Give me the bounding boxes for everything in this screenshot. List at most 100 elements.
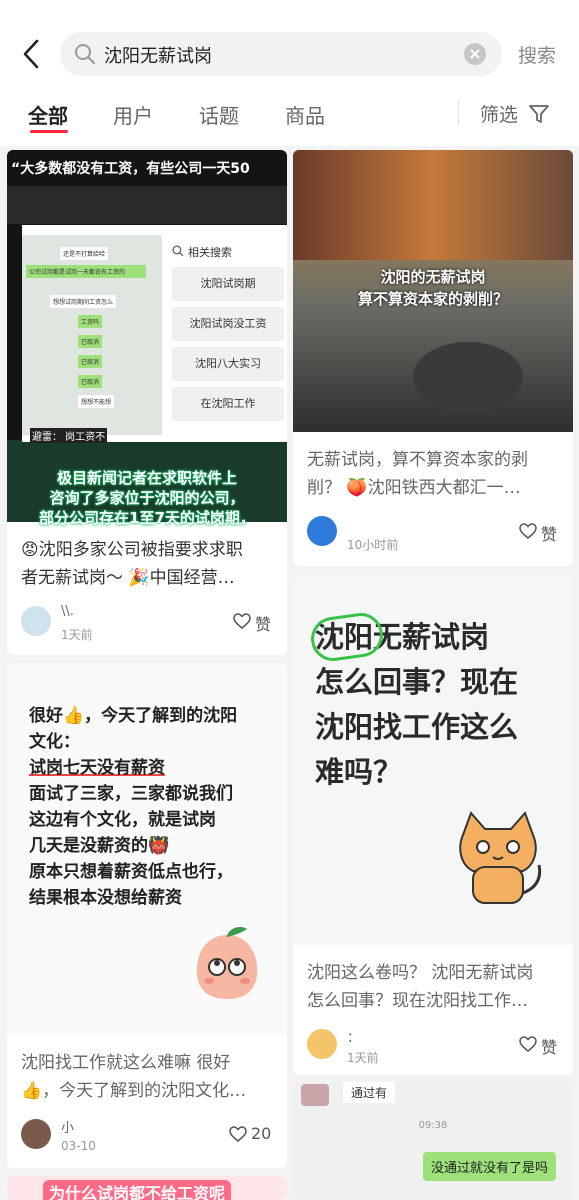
- clear-icon[interactable]: [464, 43, 486, 65]
- user-name[interactable]: \\.: [61, 604, 74, 619]
- search-icon: [172, 245, 184, 257]
- cover-line: 文化：: [29, 732, 80, 752]
- title-line: 👍，今天了解到的沈阳文化…: [21, 1081, 247, 1101]
- caption-line: 算不算资本家的剥削？: [357, 290, 508, 308]
- avatar[interactable]: [307, 1029, 337, 1059]
- chat-bubble: 已取消: [78, 355, 103, 368]
- related-item: 沈阳试岗没工资: [172, 307, 284, 341]
- cover-photo-pan: [413, 342, 523, 412]
- search-button[interactable]: 搜索: [518, 41, 556, 68]
- avatar: [301, 1084, 329, 1106]
- card-title[interactable]: 沈阳找工作就这么难嘛 很好 👍，今天了解到的沈阳文化…: [21, 1049, 283, 1105]
- title-line: 😡沈阳多家公司被指要求求职: [21, 540, 243, 560]
- cover-line: 很好👍，今天了解到的沈阳: [29, 706, 238, 726]
- user-name[interactable]: ：: [347, 1027, 360, 1046]
- cover-line: 原本只想着薪资低点也行，: [29, 862, 233, 882]
- cover-line: 难吗？: [315, 755, 403, 789]
- chat-bubble: 工资吗: [78, 315, 103, 328]
- note-card[interactable]: 沈阳的无薪试岗 算不算资本家的剥削？ 无薪试岗，算不算资本家的剥 削？ 🍑沈阳铁…: [293, 150, 573, 566]
- top-bar: 沈阳无薪试岗 搜索 全部 用户 话题 商品 筛选: [0, 0, 579, 146]
- post-time: 03-10: [61, 1139, 96, 1153]
- heart-icon[interactable]: [519, 1036, 537, 1052]
- search-input[interactable]: 沈阳无薪试岗: [104, 42, 212, 68]
- user-name[interactable]: 小: [61, 1117, 74, 1136]
- title-line: 削？ 🍑沈阳铁西大都汇一…: [307, 478, 521, 498]
- like-count[interactable]: 赞: [541, 1034, 557, 1058]
- caption-line: 极目新闻记者在求职软件上: [56, 469, 237, 487]
- chat-bubble: 想想不能想: [78, 395, 115, 408]
- cover-photo-top: [293, 150, 573, 260]
- chat-message: 通过有: [343, 1082, 396, 1103]
- post-time: 10小时前: [347, 538, 399, 552]
- active-tab-indicator: [30, 130, 68, 133]
- cover-text: 很好👍，今天了解到的沈阳 文化： 试岗七天没有薪资 面试了三家，三家都说我们 这…: [29, 703, 279, 911]
- title-line: 无薪试岗，算不算资本家的剥: [307, 450, 528, 470]
- post-time: 1天前: [347, 1051, 379, 1065]
- chat-bubble: 已取消: [78, 335, 103, 348]
- overlay-bottom-text: 避雷： 岗工资不: [30, 428, 108, 443]
- chat-bubble: 公司试岗都是试岗一天都说有工资的: [26, 265, 146, 278]
- like-count[interactable]: 赞: [541, 521, 557, 545]
- cover-line: 这边有个文化，就是试岗: [29, 810, 216, 830]
- like-count[interactable]: 20: [251, 1124, 271, 1143]
- card-title[interactable]: 😡沈阳多家公司被指要求求职 者无薪试岗～ 🎉中国经营…: [21, 536, 283, 592]
- avatar[interactable]: [307, 516, 337, 546]
- caption-line: 沈阳的无薪试岗: [380, 268, 486, 286]
- like-count[interactable]: 赞: [255, 611, 271, 635]
- chat-bubble: 没通过就没有了是吗: [423, 1152, 557, 1181]
- heart-icon[interactable]: [229, 1126, 247, 1142]
- tab-topics[interactable]: 话题: [199, 100, 239, 129]
- chat-bubble: 还是不打算给哈: [60, 247, 109, 260]
- card-cover[interactable]: 沈阳的无薪试岗 算不算资本家的剥削？: [293, 150, 573, 432]
- chat-time: 09:38: [418, 1120, 448, 1131]
- cover-photo-strip: [7, 186, 287, 224]
- chat-bubble: 想想试岗期间工资怎么: [50, 295, 117, 308]
- related-search-overlay: 还是不打算给哈 公司试岗都是试岗一天都说有工资的 想想试岗期间工资怎么 工资吗 …: [22, 225, 287, 443]
- cover-line: 结果根本没想给薪资: [29, 888, 182, 908]
- cover-text: 为什么试岗都不给工资呢: [43, 1180, 232, 1200]
- related-item: 沈阳八大实习: [172, 347, 284, 381]
- cover-caption: 沈阳的无薪试岗 算不算资本家的剥削？: [293, 266, 573, 310]
- divider: [458, 100, 459, 126]
- note-card[interactable]: 沈阳无薪试岗 怎么回事？现在 沈阳找工作这么 难吗？ 沈阳这么卷吗？ 沈阳无薪试…: [293, 575, 573, 1075]
- cover-caption: 极目新闻记者在求职软件上 咨询了多家位于沈阳的公司， 部分公司存在1至7天的试岗…: [13, 468, 281, 528]
- note-card[interactable]: 为什么试岗都不给工资呢: [7, 1176, 287, 1200]
- cover-line: 试岗七天没有薪资: [29, 758, 165, 778]
- cat-sticker-icon: [459, 811, 542, 904]
- filter-button[interactable]: 筛选: [480, 100, 518, 127]
- cover-line: 面试了三家，三家都说我们: [29, 784, 233, 804]
- card-cover[interactable]: 沈阳无薪试岗 怎么回事？现在 沈阳找工作这么 难吗？: [293, 575, 573, 945]
- card-title[interactable]: 沈阳这么卷吗？ 沈阳无薪试岗 怎么回事？现在沈阳找工作…: [307, 959, 569, 1015]
- peach-sticker-icon: [196, 927, 258, 999]
- cover-line: 怎么回事？现在: [315, 665, 519, 699]
- heart-icon[interactable]: [519, 523, 537, 539]
- cover-line: 沈阳找工作这么: [315, 710, 519, 744]
- heart-icon[interactable]: [233, 613, 251, 629]
- related-item: 在沈阳工作: [172, 387, 284, 421]
- card-cover[interactable]: 很好👍，今天了解到的沈阳 文化： 试岗七天没有薪资 面试了三家，三家都说我们 这…: [7, 663, 287, 1035]
- chat-screenshot: 还是不打算给哈 公司试岗都是试岗一天都说有工资的 想想试岗期间工资怎么 工资吗 …: [22, 235, 162, 435]
- search-bar[interactable]: 沈阳无薪试岗: [60, 32, 502, 76]
- note-card[interactable]: 很好👍，今天了解到的沈阳 文化： 试岗七天没有薪资 面试了三家，三家都说我们 这…: [7, 663, 287, 1168]
- avatar[interactable]: [21, 606, 51, 636]
- related-label: 相关搜索: [188, 246, 232, 259]
- avatar[interactable]: [21, 1119, 51, 1149]
- caption-line: 咨询了多家位于沈阳的公司，: [49, 489, 245, 507]
- title-line: 沈阳这么卷吗？ 沈阳无薪试岗: [307, 963, 534, 983]
- search-icon: [75, 44, 95, 64]
- filter-icon[interactable]: [528, 103, 550, 125]
- cover-top-text: “大多数都没有工资，有些公司一天50: [11, 161, 250, 177]
- tab-users[interactable]: 用户: [113, 100, 153, 129]
- post-time: 1天前: [61, 628, 93, 642]
- title-line: 沈阳找工作就这么难嘛 很好: [21, 1053, 231, 1073]
- tab-products[interactable]: 商品: [285, 100, 325, 129]
- card-title[interactable]: 无薪试岗，算不算资本家的剥 削？ 🍑沈阳铁西大都汇一…: [307, 446, 569, 502]
- cover-line: 几天是没薪资的👹: [29, 836, 170, 856]
- title-line: 怎么回事？现在沈阳找工作…: [307, 991, 528, 1011]
- back-arrow-icon[interactable]: [20, 38, 44, 70]
- note-card[interactable]: 通过有 09:38 没通过就没有了是吗: [293, 1082, 573, 1200]
- related-item: 沈阳试岗期: [172, 267, 284, 301]
- tab-all[interactable]: 全部: [28, 100, 68, 129]
- chat-bubble: 已取消: [78, 375, 103, 388]
- caption-line: 部分公司存在1至7天的试岗期，: [39, 509, 255, 527]
